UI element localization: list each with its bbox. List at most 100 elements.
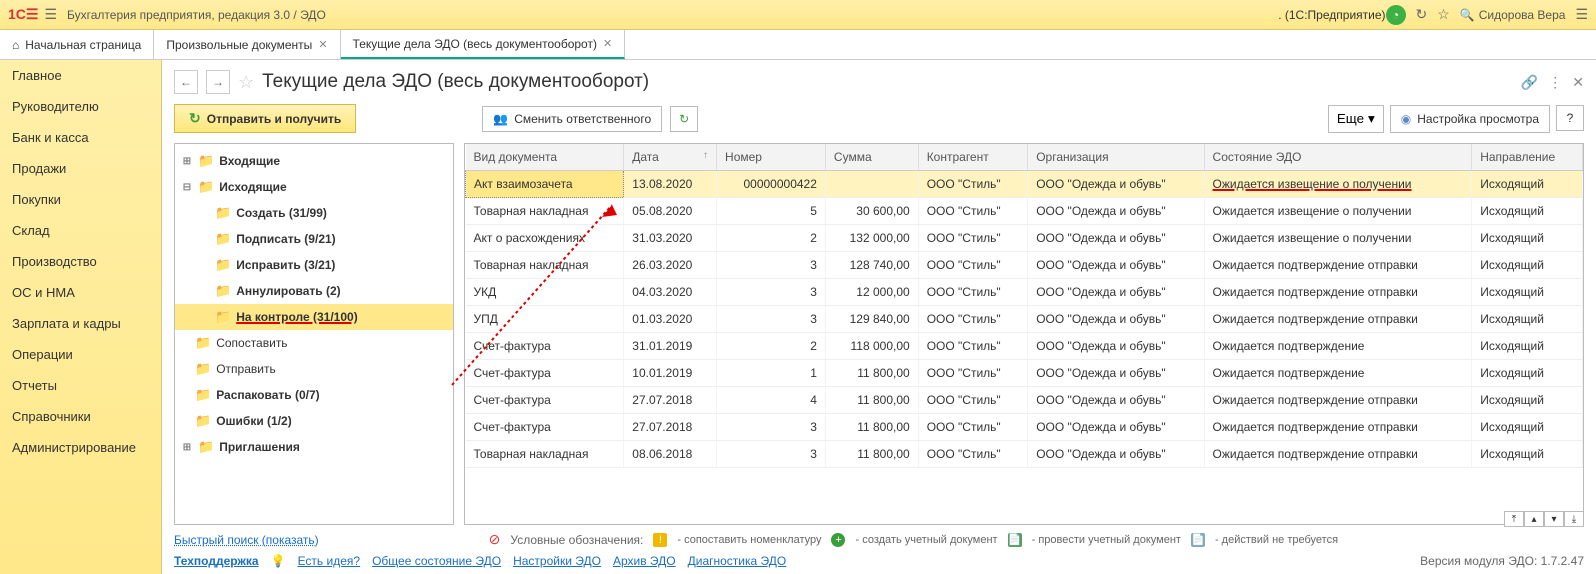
tab-current-edo[interactable]: Текущие дела ЭДО (весь документооборот) … [341, 30, 626, 59]
footer-link-archive[interactable]: Архив ЭДО [613, 554, 676, 568]
sidebar-item-manager[interactable]: Руководителю [0, 91, 161, 122]
col-date[interactable]: Дата↑ [624, 144, 717, 171]
col-counterparty[interactable]: Контрагент [918, 144, 1028, 171]
table-row[interactable]: УКД04.03.2020312 000,00ООО "Стиль"ООО "О… [466, 279, 1583, 306]
close-icon[interactable]: ✕ [603, 37, 612, 50]
col-sum[interactable]: Сумма [825, 144, 918, 171]
footer-link-status[interactable]: Общее состояние ЭДО [372, 554, 501, 568]
tree-errors[interactable]: 📁Ошибки (1/2) [175, 408, 453, 434]
home-icon: ⌂ [12, 38, 19, 52]
cell-cp: ООО "Стиль" [918, 279, 1028, 306]
table-row[interactable]: Товарная накладная26.03.20203128 740,00О… [466, 252, 1583, 279]
change-responsible-button[interactable]: 👥 Сменить ответственного [482, 106, 662, 132]
close-icon[interactable]: ✕ [318, 38, 327, 51]
kebab-icon[interactable]: ⋮ [1548, 74, 1562, 91]
scroll-top-button[interactable]: ⤒ [1504, 511, 1524, 527]
tree-invites[interactable]: ⊞📁Приглашения [175, 434, 453, 460]
cell-num: 3 [717, 279, 826, 306]
title-bar: 1C☰ ☰ Бухгалтерия предприятия, редакция … [0, 0, 1596, 30]
tree-sign[interactable]: 📁Подписать (9/21) [175, 226, 453, 252]
sidebar-item-catalogs[interactable]: Справочники [0, 401, 161, 432]
favorite-star-icon[interactable]: ☆ [238, 72, 254, 93]
tree-label: Приглашения [219, 440, 300, 454]
tree-send[interactable]: 📁Отправить [175, 356, 453, 382]
quick-search-link[interactable]: Быстрый поиск (показать) [174, 533, 319, 547]
sidebar-item-os-nma[interactable]: ОС и НМА [0, 277, 161, 308]
sidebar-item-admin[interactable]: Администрирование [0, 432, 161, 463]
table-row[interactable]: Счет-фактура10.01.2019111 800,00ООО "Сти… [466, 360, 1583, 387]
tree-label: Исходящие [219, 180, 286, 194]
tech-support-link[interactable]: Техподдержка [174, 554, 259, 568]
sidebar-item-salary[interactable]: Зарплата и кадры [0, 308, 161, 339]
sidebar-item-sales[interactable]: Продажи [0, 153, 161, 184]
sidebar-item-purchases[interactable]: Покупки [0, 184, 161, 215]
sidebar-item-production[interactable]: Производство [0, 246, 161, 277]
close-page-icon[interactable]: ✕ [1572, 74, 1584, 91]
tree-cancel[interactable]: 📁Аннулировать (2) [175, 278, 453, 304]
more-button[interactable]: Еще ▾ [1328, 105, 1384, 133]
cell-status: Ожидается подтверждение отправки [1204, 441, 1472, 468]
menu-icon[interactable]: ☰ [1575, 6, 1588, 23]
tab-home[interactable]: ⌂ Начальная страница [0, 30, 154, 59]
cell-dir: Исходящий [1472, 414, 1583, 441]
nav-back-button[interactable]: ← [174, 70, 198, 94]
clear-icon[interactable]: ⊘ [489, 531, 501, 548]
tab-arbitrary-docs[interactable]: Произвольные документы ✕ [154, 30, 340, 59]
table-row[interactable]: Товарная накладная05.08.2020530 600,00ОО… [466, 198, 1583, 225]
tree-match[interactable]: 📁Сопоставить [175, 330, 453, 356]
send-receive-button[interactable]: ↻ Отправить и получить [174, 104, 356, 133]
notification-icon[interactable]: ◔ [1386, 5, 1406, 25]
cell-doc: Счет-фактура [466, 387, 624, 414]
page-title: Текущие дела ЭДО (весь документооборот) [262, 71, 649, 93]
sidebar-item-main[interactable]: Главное [0, 60, 161, 91]
cell-sum: 11 800,00 [825, 441, 918, 468]
sidebar-item-operations[interactable]: Операции [0, 339, 161, 370]
link-icon[interactable]: 🔗 [1521, 74, 1538, 91]
sidebar-item-bank[interactable]: Банк и касса [0, 122, 161, 153]
user-search[interactable]: 🔍 Сидорова Вера [1460, 8, 1566, 22]
view-settings-button[interactable]: ◉ Настройка просмотра [1390, 105, 1550, 133]
tree-create[interactable]: 📁Создать (31/99) [175, 200, 453, 226]
cell-doc: Акт о расхождениях [466, 225, 624, 252]
tree-unpack[interactable]: 📁Распаковать (0/7) [175, 382, 453, 408]
tree-incoming[interactable]: ⊞📁Входящие [175, 148, 453, 174]
expand-icon[interactable]: ⊞ [181, 156, 193, 167]
cell-doc: Товарная накладная [466, 441, 624, 468]
cell-cp: ООО "Стиль" [918, 171, 1028, 198]
scroll-down-button[interactable]: ▾ [1544, 511, 1564, 527]
cell-status: Ожидается подтверждение [1204, 333, 1472, 360]
table-row[interactable]: Счет-фактура27.07.2018411 800,00ООО "Сти… [466, 387, 1583, 414]
tree-label: На контроле (31/100) [236, 310, 358, 324]
table-row[interactable]: УПД01.03.20203129 840,00ООО "Стиль"ООО "… [466, 306, 1583, 333]
table-row[interactable]: Товарная накладная08.06.2018311 800,00ОО… [466, 441, 1583, 468]
col-status[interactable]: Состояние ЭДО [1204, 144, 1472, 171]
tree-control[interactable]: 📁На контроле (31/100) [175, 304, 453, 330]
col-number[interactable]: Номер [717, 144, 826, 171]
history-icon[interactable]: ↻ [1416, 6, 1428, 23]
tab-label: Текущие дела ЭДО (весь документооборот) [353, 37, 597, 51]
refresh-table-button[interactable]: ↻ [670, 106, 698, 132]
star-icon[interactable]: ☆ [1437, 6, 1450, 23]
expand-icon[interactable]: ⊞ [181, 442, 193, 453]
table-row[interactable]: Акт о расхождениях31.03.20202132 000,00О… [466, 225, 1583, 252]
nav-forward-button[interactable]: → [206, 70, 230, 94]
col-doc-type[interactable]: Вид документа [466, 144, 624, 171]
idea-link[interactable]: Есть идея? [298, 554, 361, 568]
col-organization[interactable]: Организация [1028, 144, 1204, 171]
footer-link-settings[interactable]: Настройки ЭДО [513, 554, 601, 568]
table-row[interactable]: Акт взаимозачета13.08.202000000000422ООО… [466, 171, 1583, 198]
tree-outgoing[interactable]: ⊟📁Исходящие [175, 174, 453, 200]
collapse-icon[interactable]: ⊟ [181, 182, 193, 193]
sidebar-item-reports[interactable]: Отчеты [0, 370, 161, 401]
table-row[interactable]: Счет-фактура27.07.2018311 800,00ООО "Сти… [466, 414, 1583, 441]
scroll-up-button[interactable]: ▴ [1524, 511, 1544, 527]
burger-icon[interactable]: ☰ [44, 6, 57, 23]
table-row[interactable]: Счет-фактура31.01.20192118 000,00ООО "Ст… [466, 333, 1583, 360]
legend-text-1: - сопоставить номенклатуру [677, 534, 821, 546]
help-button[interactable]: ? [1556, 105, 1584, 131]
tree-fix[interactable]: 📁Исправить (3/21) [175, 252, 453, 278]
footer-link-diag[interactable]: Диагностика ЭДО [688, 554, 787, 568]
scroll-bottom-button[interactable]: ⤓ [1564, 511, 1584, 527]
col-direction[interactable]: Направление [1472, 144, 1583, 171]
sidebar-item-warehouse[interactable]: Склад [0, 215, 161, 246]
